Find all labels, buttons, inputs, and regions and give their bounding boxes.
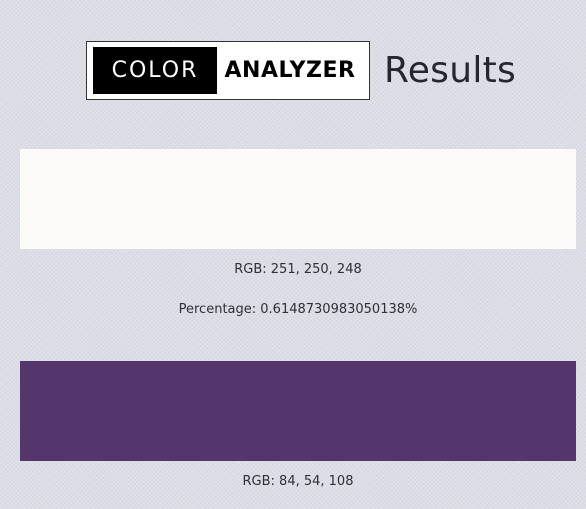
color-analyzer-logo: COLOR ANALYZER: [86, 41, 370, 100]
logo-analyzer-text: ANALYZER: [224, 58, 356, 83]
results-header: COLOR ANALYZER Results: [86, 41, 516, 100]
logo-color-text: COLOR: [93, 47, 217, 94]
color-swatch-2: [20, 361, 576, 461]
color-swatch-1: [20, 149, 576, 249]
color-1-percentage-label: Percentage: 0.6148730983050138%: [178, 302, 418, 317]
color-1-rgb-label: RGB: 251, 250, 248: [234, 262, 362, 277]
color-2-rgb-label: RGB: 84, 54, 108: [242, 474, 354, 489]
page-title: Results: [384, 50, 517, 91]
